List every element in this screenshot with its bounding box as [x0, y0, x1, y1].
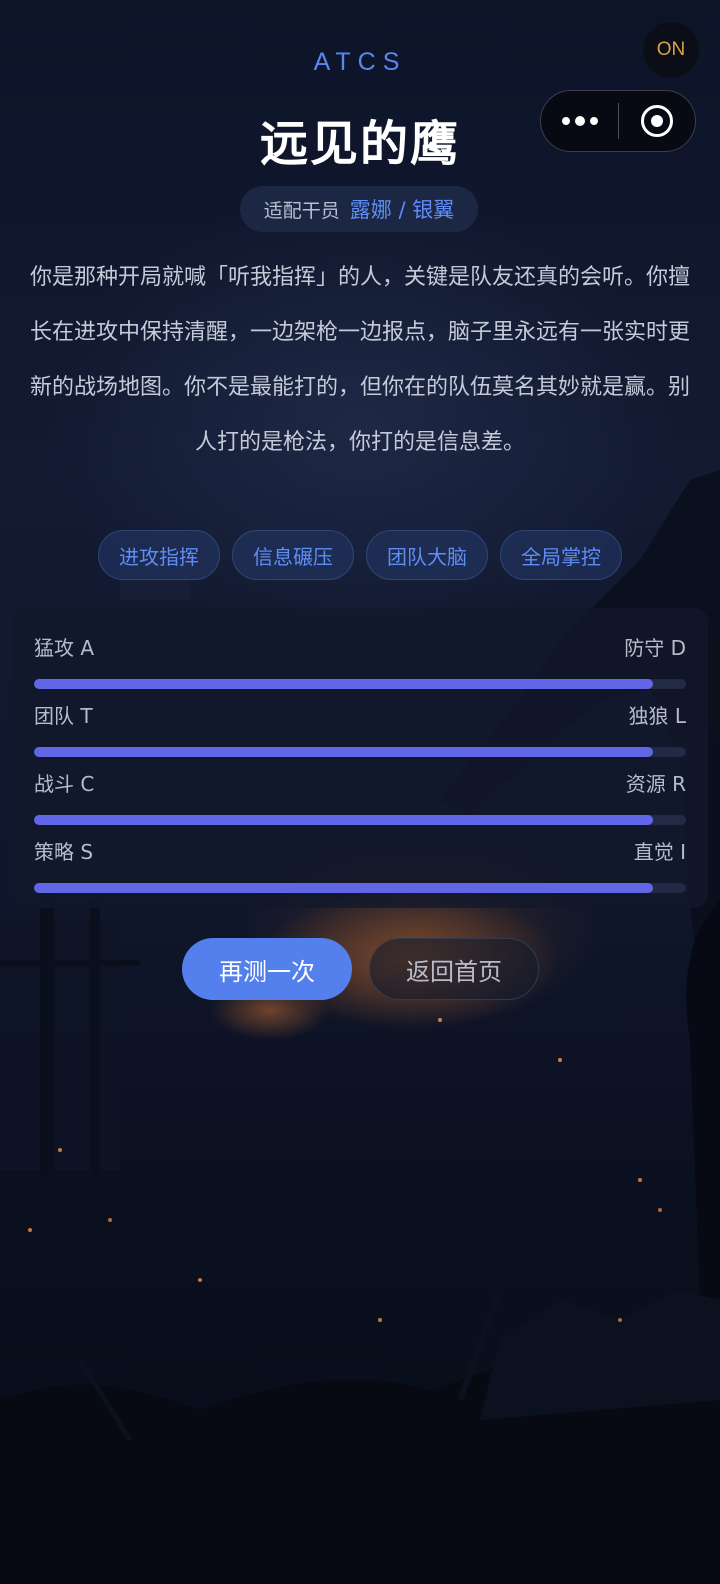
dimension-row: 策略 S 直觉 I	[34, 832, 686, 900]
dimension-right-label: 直觉 I	[633, 840, 686, 864]
dimension-row: 猛攻 A 防守 D	[34, 628, 686, 696]
dimension-panel: 猛攻 A 防守 D 团队 T 独狼 L 战斗 C 资源 R 策略 S 直觉 I	[12, 608, 708, 908]
operator-badge: 适配干员 露娜 / 银翼	[240, 186, 478, 232]
dimension-row: 团队 T 独狼 L	[34, 696, 686, 764]
brand-label: ATCS	[313, 48, 407, 76]
home-button[interactable]: 返回首页	[369, 938, 539, 1000]
dimension-left-label: 猛攻 A	[34, 636, 95, 660]
result-title: 远见的鹰	[259, 116, 460, 172]
dimension-fill	[34, 883, 654, 893]
trait-tag: 信息碾压	[232, 530, 354, 580]
dimension-track	[34, 679, 686, 689]
dimension-left-label: 团队 T	[34, 704, 93, 728]
result-description: 你是那种开局就喊「听我指挥」的人，关键是队友还真的会听。你擅长在进攻中保持清醒，…	[29, 265, 690, 455]
trait-tags: 进攻指挥 信息碾压 团队大脑 全局掌控	[0, 530, 720, 580]
retry-button[interactable]: 再测一次	[182, 938, 352, 1000]
dimension-track	[34, 883, 686, 893]
dimension-track	[34, 815, 686, 825]
dimension-fill	[34, 815, 654, 825]
dimension-left-label: 战斗 C	[34, 772, 95, 796]
trait-tag: 团队大脑	[366, 530, 488, 580]
dimension-row: 战斗 C 资源 R	[34, 764, 686, 832]
dimension-fill	[34, 747, 654, 757]
trait-tag: 全局掌控	[500, 530, 622, 580]
dimension-left-label: 策略 S	[34, 840, 94, 864]
dimension-fill	[34, 679, 654, 689]
dimension-track	[34, 747, 686, 757]
operator-label: 适配干员	[263, 199, 340, 222]
dimension-right-label: 防守 D	[624, 636, 686, 660]
operator-value: 露娜 / 银翼	[349, 198, 455, 222]
trait-tag: 进攻指挥	[98, 530, 220, 580]
dimension-right-label: 资源 R	[625, 772, 686, 796]
dimension-right-label: 独狼 L	[628, 704, 687, 728]
